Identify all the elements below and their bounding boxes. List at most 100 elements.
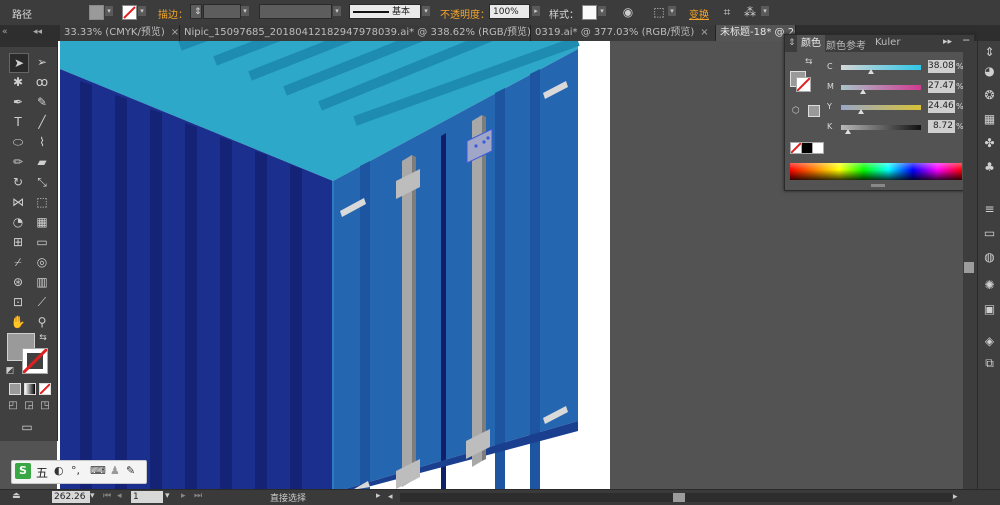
draw-inside-icon[interactable]: ◳ <box>38 399 52 413</box>
lasso-tool-icon[interactable]: ꝏ <box>33 73 51 91</box>
color-panel-icon[interactable]: ◕ <box>981 63 998 80</box>
stroke-label[interactable]: 描边： <box>158 6 188 21</box>
horizontal-scroll-thumb[interactable] <box>673 493 685 502</box>
perspective-grid-tool-icon[interactable]: ▦ <box>33 213 51 231</box>
rotate-tool-icon[interactable]: ↻ <box>9 173 27 191</box>
magenta-value-input[interactable]: 27.47 <box>928 80 955 93</box>
tab-kuler[interactable]: Kuler <box>875 37 900 48</box>
type-tool-icon[interactable]: T <box>9 113 27 131</box>
gamut-swatch[interactable] <box>808 105 820 117</box>
shape-builder-tool-icon[interactable]: ◔ <box>9 213 27 231</box>
zoom-dropdown[interactable]: ▾ <box>90 491 95 501</box>
scroll-right-icon[interactable]: ▸ <box>953 492 958 502</box>
magic-wand-tool-icon[interactable]: ✱ <box>9 73 27 91</box>
magenta-slider-knob[interactable] <box>859 89 866 94</box>
black-value-input[interactable]: 8.72 <box>928 120 955 133</box>
stroke-dropdown[interactable]: ▾ <box>138 6 146 16</box>
tab-doc-1[interactable]: 33.33% (CMYK/预览) × <box>60 25 180 41</box>
eyedropper-tool-icon[interactable]: ⌿ <box>9 253 27 271</box>
half-width-icon[interactable]: ◐ <box>54 464 64 477</box>
close-icon[interactable]: × <box>700 27 708 38</box>
cyan-slider-knob[interactable] <box>868 69 875 74</box>
zoom-tool-icon[interactable]: ⚲ <box>33 313 51 331</box>
tab-overflow-icon[interactable]: « <box>2 27 8 37</box>
artboards-icon[interactable]: ⧉ <box>981 355 998 372</box>
opacity-dropdown[interactable]: ▸ <box>532 6 540 16</box>
artboard-tool-icon[interactable]: ⊡ <box>9 293 27 311</box>
stroke-weight-dropdown[interactable]: ▾ <box>241 6 249 16</box>
draw-normal-icon[interactable]: ◰ <box>6 399 20 413</box>
keyboard-icon[interactable]: ⌨ <box>90 464 106 477</box>
out-of-gamut-icon[interactable]: ⬡ <box>792 106 800 116</box>
options-icon[interactable]: ⁂ <box>742 4 758 20</box>
transparency-panel-icon[interactable]: ◍ <box>981 249 998 266</box>
tab-doc-3[interactable]: 0319.ai* @ 377.03% (RGB/预览) × <box>531 25 716 41</box>
symbols-icon[interactable]: ♣ <box>981 159 998 176</box>
ellipse-tool-icon[interactable]: ⬭ <box>9 133 27 151</box>
draw-behind-icon[interactable]: ◲ <box>22 399 36 413</box>
opacity-label[interactable]: 不透明度： <box>440 6 490 21</box>
panel-stroke-swatch[interactable] <box>796 77 811 92</box>
swap-fill-stroke-icon[interactable]: ⇆ <box>37 332 49 344</box>
layers-icon[interactable]: ◈ <box>981 333 998 350</box>
user-icon[interactable]: ♟ <box>110 464 120 477</box>
eraser-tool-icon[interactable]: ▰ <box>33 153 51 171</box>
yellow-slider-knob[interactable] <box>857 109 864 114</box>
toolbox-grip[interactable] <box>0 41 57 47</box>
previous-artboard-icon[interactable]: ◂ <box>117 491 122 501</box>
panel-resize-grip[interactable] <box>871 184 885 187</box>
fill-swatch[interactable] <box>89 5 104 20</box>
stroke-weight-stepper[interactable]: ⇕ <box>190 4 202 19</box>
appearance-panel-icon[interactable]: ✺ <box>981 277 998 294</box>
selection-tool-icon[interactable]: ➤ <box>9 53 29 73</box>
scale-tool-icon[interactable]: ⤡ <box>33 173 51 191</box>
panel-collapse-icon[interactable]: ⇕ <box>788 38 796 48</box>
curvature-tool-icon[interactable]: ✎ <box>33 93 51 111</box>
gradient-mode-icon[interactable] <box>24 383 36 395</box>
vertical-scroll-thumb[interactable] <box>964 262 974 273</box>
scroll-left-icon[interactable]: ◂ <box>388 492 393 502</box>
isolate-icon[interactable]: ⌗ <box>719 4 735 20</box>
punctuation-icon[interactable]: °, <box>71 464 80 477</box>
graphic-style-dropdown[interactable]: ▾ <box>598 6 606 16</box>
artboard-dropdown[interactable]: ▾ <box>165 491 170 501</box>
graphic-styles-icon[interactable]: ▣ <box>981 301 998 318</box>
transform-link[interactable]: 变换 <box>689 6 709 21</box>
pen-tool-icon[interactable]: ✒ <box>9 93 27 111</box>
stroke-swatch[interactable] <box>122 5 137 20</box>
hand-tool-icon[interactable]: ✋ <box>9 313 27 331</box>
brush-definition-field[interactable]: 基本 <box>349 4 421 19</box>
status-arrow-icon[interactable]: ▸ <box>376 491 381 501</box>
color-panel-header[interactable]: ⇕ 颜色 颜色参考 Kuler ▸▸ ≡ <box>785 35 974 52</box>
variable-width-profile-field[interactable] <box>259 4 332 19</box>
magenta-slider-track[interactable] <box>841 85 921 90</box>
mesh-tool-icon[interactable]: ⊞ <box>9 233 27 251</box>
stroke-color-box[interactable] <box>22 348 48 374</box>
line-tool-icon[interactable]: ╱ <box>33 113 51 131</box>
fill-dropdown[interactable]: ▾ <box>105 6 113 16</box>
color-guide-icon[interactable]: ❂ <box>981 87 998 104</box>
status-menu-icon[interactable]: ⏏ <box>12 491 21 501</box>
symbol-sprayer-tool-icon[interactable]: ⊛ <box>9 273 27 291</box>
cyan-slider-track[interactable] <box>841 65 921 70</box>
free-transform-tool-icon[interactable]: ⬚ <box>33 193 51 211</box>
swap-icon[interactable]: ⇆ <box>805 57 813 67</box>
brush-dropdown[interactable]: ▾ <box>422 6 430 16</box>
blend-tool-icon[interactable]: ◎ <box>33 253 51 271</box>
sogou-logo-icon[interactable]: S <box>15 463 31 479</box>
slice-tool-icon[interactable]: ⟋ <box>33 293 51 311</box>
stroke-panel-icon[interactable]: ≡ <box>981 201 998 218</box>
column-graph-tool-icon[interactable]: ▥ <box>33 273 51 291</box>
pencil-tool-icon[interactable]: ✏ <box>9 153 27 171</box>
variable-width-dropdown[interactable]: ▾ <box>333 6 341 16</box>
brushes-icon[interactable]: ✤ <box>981 135 998 152</box>
none-mode-icon[interactable] <box>39 383 51 395</box>
artboard-number-input[interactable]: 1 <box>131 491 163 503</box>
black-slider-track[interactable] <box>841 125 921 130</box>
align-dropdown[interactable]: ▾ <box>668 6 676 16</box>
tab-scroll-left-icon[interactable]: ◂◂ <box>33 27 42 37</box>
align-icon[interactable]: ⬚ <box>651 4 667 20</box>
tab-color-guide[interactable]: 颜色参考 <box>826 37 866 52</box>
recolor-artwork-icon[interactable]: ◉ <box>620 4 636 20</box>
direct-selection-tool-icon[interactable]: ➢ <box>33 53 51 71</box>
